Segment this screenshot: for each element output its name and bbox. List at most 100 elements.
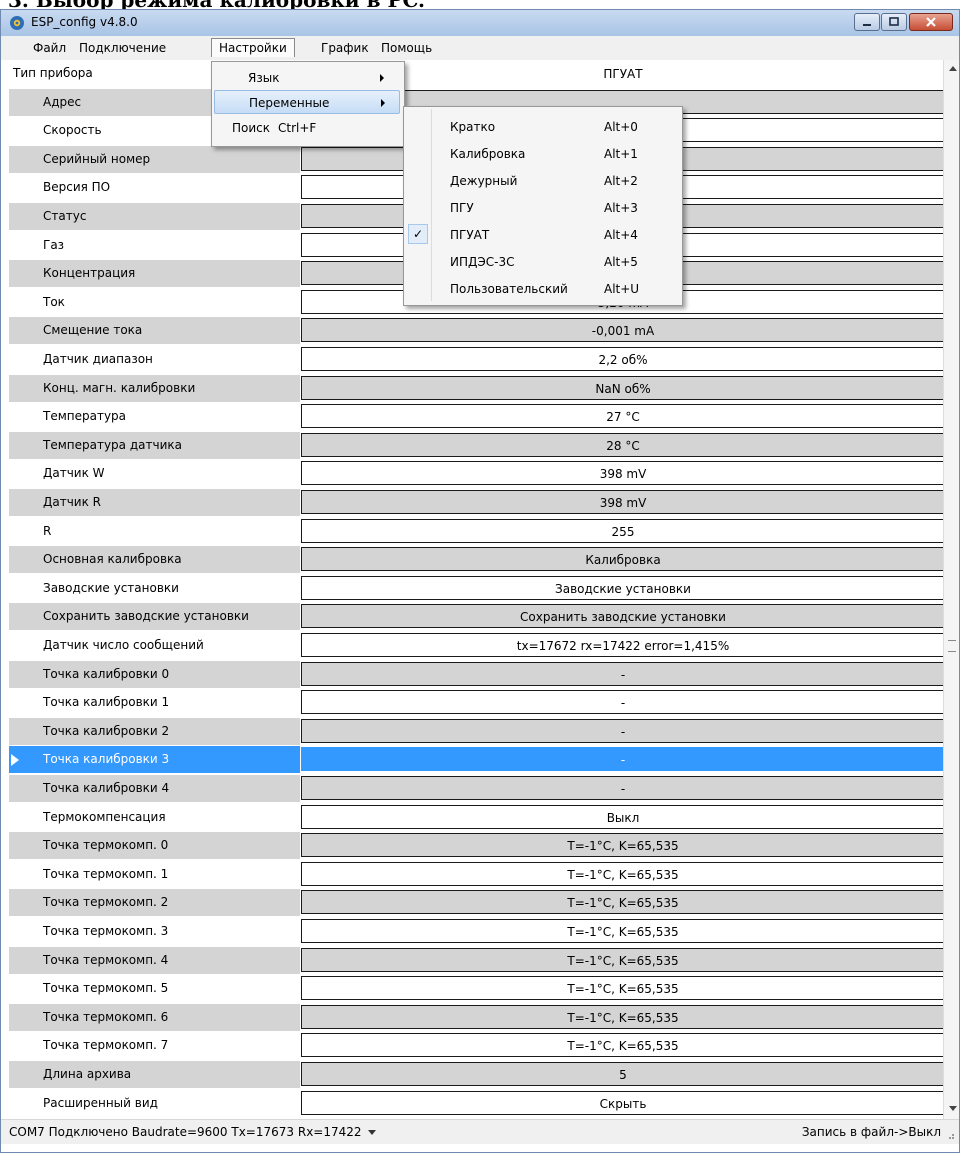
grid-row-value[interactable]: T=-1°C, K=65,535 xyxy=(301,948,945,972)
grid-row[interactable]: Точка термокомп. 4 T=-1°C, K=65,535 xyxy=(9,947,945,974)
grid-row[interactable]: Конц. магн. калибровки NaN об% xyxy=(9,375,945,402)
grid-row-value[interactable]: 27 °C xyxy=(301,404,945,428)
grid-row[interactable]: Заводские установки Заводские установки xyxy=(9,575,945,602)
grid-row[interactable]: Датчик R 398 mV xyxy=(9,489,945,516)
grid-row-value[interactable]: Скрыть xyxy=(301,1091,945,1115)
title-bar[interactable]: ESP_config v4.8.0 xyxy=(1,10,959,36)
grid-row-value[interactable]: 2,2 об% xyxy=(301,347,945,371)
grid-row[interactable]: Точка калибровки 1- xyxy=(9,689,945,716)
grid-row[interactable]: Датчик диапазон 2,2 об% xyxy=(9,346,945,373)
grid-row[interactable]: Температура 27 °C xyxy=(9,403,945,430)
grid-row[interactable]: Расширенный вид Скрыть xyxy=(9,1090,945,1117)
grid-row-value[interactable]: 398 mV xyxy=(301,461,945,485)
variables-menu-item-shortcut: Alt+3 xyxy=(604,201,638,215)
menu-item-search-label: Поиск xyxy=(232,121,271,135)
menu-help[interactable]: Помощь xyxy=(374,39,439,57)
grid-row-label: Серийный номер xyxy=(9,146,300,173)
close-button[interactable] xyxy=(909,13,953,31)
grid-row-value[interactable]: - xyxy=(301,662,945,686)
grid-row-value[interactable]: - xyxy=(301,747,945,771)
grid-row[interactable]: Точка калибровки 0- xyxy=(9,661,945,688)
maximize-button[interactable] xyxy=(881,13,907,31)
menu-item-variables[interactable]: Переменные xyxy=(214,90,400,114)
grid-row[interactable]: Точка термокомп. 0 T=-1°C, K=65,535 xyxy=(9,832,945,859)
grid-row-value[interactable]: 5 xyxy=(301,1062,945,1086)
grid-row-value[interactable]: T=-1°C, K=65,535 xyxy=(301,890,945,914)
grid-row[interactable]: Датчик W 398 mV xyxy=(9,460,945,487)
menu-bar: Файл Подключение Настройки График Помощь xyxy=(1,36,959,60)
grid-row[interactable]: Точка термокомп. 1 T=-1°C, K=65,535 xyxy=(9,861,945,888)
dropdown-arrow-icon xyxy=(367,1130,376,1135)
grid-row-label: Точка калибровки 0 xyxy=(9,661,300,688)
variables-menu-item[interactable]: ✓ ПГУАТ Alt+4 xyxy=(406,223,678,247)
grid-row-label: Датчик диапазон xyxy=(9,346,300,373)
grid-row-value[interactable]: - xyxy=(301,690,945,714)
menu-file[interactable]: Файл xyxy=(26,39,73,57)
grid-row-value[interactable]: 255 xyxy=(301,519,945,543)
menu-item-search[interactable]: Поиск Ctrl+F xyxy=(214,116,400,140)
connection-status[interactable]: COM7 Подключено Baudrate=9600 Tx=17673 R… xyxy=(9,1120,376,1144)
grid-row-value[interactable]: Сохранить заводские установки xyxy=(301,604,945,628)
variables-menu-item[interactable]: Кратко Alt+0 xyxy=(406,115,678,139)
grid-row-value[interactable]: T=-1°C, K=65,535 xyxy=(301,1005,945,1029)
connection-status-text: COM7 Подключено Baudrate=9600 Tx=17673 R… xyxy=(9,1125,362,1139)
variables-menu-item[interactable]: Пользовательский Alt+U xyxy=(406,277,678,301)
file-logging-status[interactable]: Запись в файл->Выкл xyxy=(802,1120,941,1144)
app-gear-icon xyxy=(10,16,24,30)
grid-row-value[interactable]: T=-1°C, K=65,535 xyxy=(301,1033,945,1057)
grid-row-value[interactable]: Выкл xyxy=(301,805,945,829)
grid-row[interactable]: Термокомпенсация Выкл xyxy=(9,804,945,831)
grid-row[interactable]: R 255 xyxy=(9,518,945,545)
variables-menu-item-shortcut: Alt+U xyxy=(604,282,640,296)
grid-row[interactable]: Смещение тока -0,001 mA xyxy=(9,317,945,344)
scroll-up-icon[interactable] xyxy=(949,66,957,71)
grid-row-value[interactable]: 28 °C xyxy=(301,433,945,457)
variables-menu-item[interactable]: Калибровка Alt+1 xyxy=(406,142,678,166)
menu-settings[interactable]: Настройки xyxy=(211,38,295,57)
resize-grip-icon[interactable] xyxy=(945,1130,955,1140)
grid-row-label: Датчик R xyxy=(9,489,300,516)
grid-row[interactable]: Сохранить заводские установки Сохранить з… xyxy=(9,603,945,630)
vertical-scrollbar[interactable] xyxy=(943,60,959,1119)
grid-row[interactable]: Точка термокомп. 3 T=-1°C, K=65,535 xyxy=(9,918,945,945)
scroll-thumb-grip-icon[interactable] xyxy=(948,640,956,652)
grid-row-label: Сохранить заводские установки xyxy=(9,603,300,630)
variables-menu-item-label: Дежурный xyxy=(450,174,518,188)
grid-row[interactable]: Температура датчика 28 °C xyxy=(9,432,945,459)
menu-item-language[interactable]: Язык xyxy=(214,66,400,90)
grid-row-value[interactable]: T=-1°C, K=65,535 xyxy=(301,862,945,886)
variables-menu-item[interactable]: ИПДЭС-3С Alt+5 xyxy=(406,250,678,274)
grid-row-value[interactable]: 398 mV xyxy=(301,490,945,514)
grid-row-value[interactable]: - xyxy=(301,776,945,800)
variables-menu-item-label: ИПДЭС-3С xyxy=(450,255,515,269)
menu-connection[interactable]: Подключение xyxy=(72,39,173,57)
variables-menu-item[interactable]: ПГУ Alt+3 xyxy=(406,196,678,220)
grid-row-value[interactable]: Калибровка xyxy=(301,547,945,571)
grid-row-value[interactable]: T=-1°C, K=65,535 xyxy=(301,833,945,857)
grid-row-value[interactable]: tx=17672 rx=17422 error=1,415% xyxy=(301,633,945,657)
grid-row[interactable]: Датчик число сообщений tx=17672 rx=17422 … xyxy=(9,632,945,659)
grid-row[interactable]: Точка термокомп. 2 T=-1°C, K=65,535 xyxy=(9,889,945,916)
grid-row-value[interactable]: -0,001 mA xyxy=(301,318,945,342)
menu-chart[interactable]: График xyxy=(314,39,376,57)
grid-row-value[interactable]: NaN об% xyxy=(301,376,945,400)
grid-row[interactable]: Точка калибровки 3- xyxy=(9,746,945,773)
grid-row-value[interactable]: T=-1°C, K=65,535 xyxy=(301,919,945,943)
grid-row[interactable]: Длина архива 5 xyxy=(9,1061,945,1088)
grid-row-value[interactable]: T=-1°C, K=65,535 xyxy=(301,976,945,1000)
variables-menu-item[interactable]: Дежурный Alt+2 xyxy=(406,169,678,193)
grid-row-value[interactable]: - xyxy=(301,719,945,743)
scroll-down-icon[interactable] xyxy=(949,1106,957,1111)
grid-row-value[interactable]: Заводские установки xyxy=(301,576,945,600)
grid-row[interactable]: Точка калибровки 2- xyxy=(9,718,945,745)
grid-row[interactable]: Точка термокомп. 5 T=-1°C, K=65,535 xyxy=(9,975,945,1002)
minimize-button[interactable] xyxy=(854,13,880,31)
grid-row-label: Конц. магн. калибровки xyxy=(9,375,300,402)
grid-row[interactable]: Точка термокомп. 6 T=-1°C, K=65,535 xyxy=(9,1004,945,1031)
grid-row[interactable]: Точка калибровки 4- xyxy=(9,775,945,802)
grid-row[interactable]: Основная калибровка Калибровка xyxy=(9,546,945,573)
grid-row-label: Датчик W xyxy=(9,460,300,487)
grid-row-label: Точка калибровки 3 xyxy=(9,746,300,773)
grid-row[interactable]: Точка термокомп. 7 T=-1°C, K=65,535 xyxy=(9,1032,945,1059)
grid-row[interactable]: Тип прибора ПГУАТ xyxy=(9,60,945,87)
